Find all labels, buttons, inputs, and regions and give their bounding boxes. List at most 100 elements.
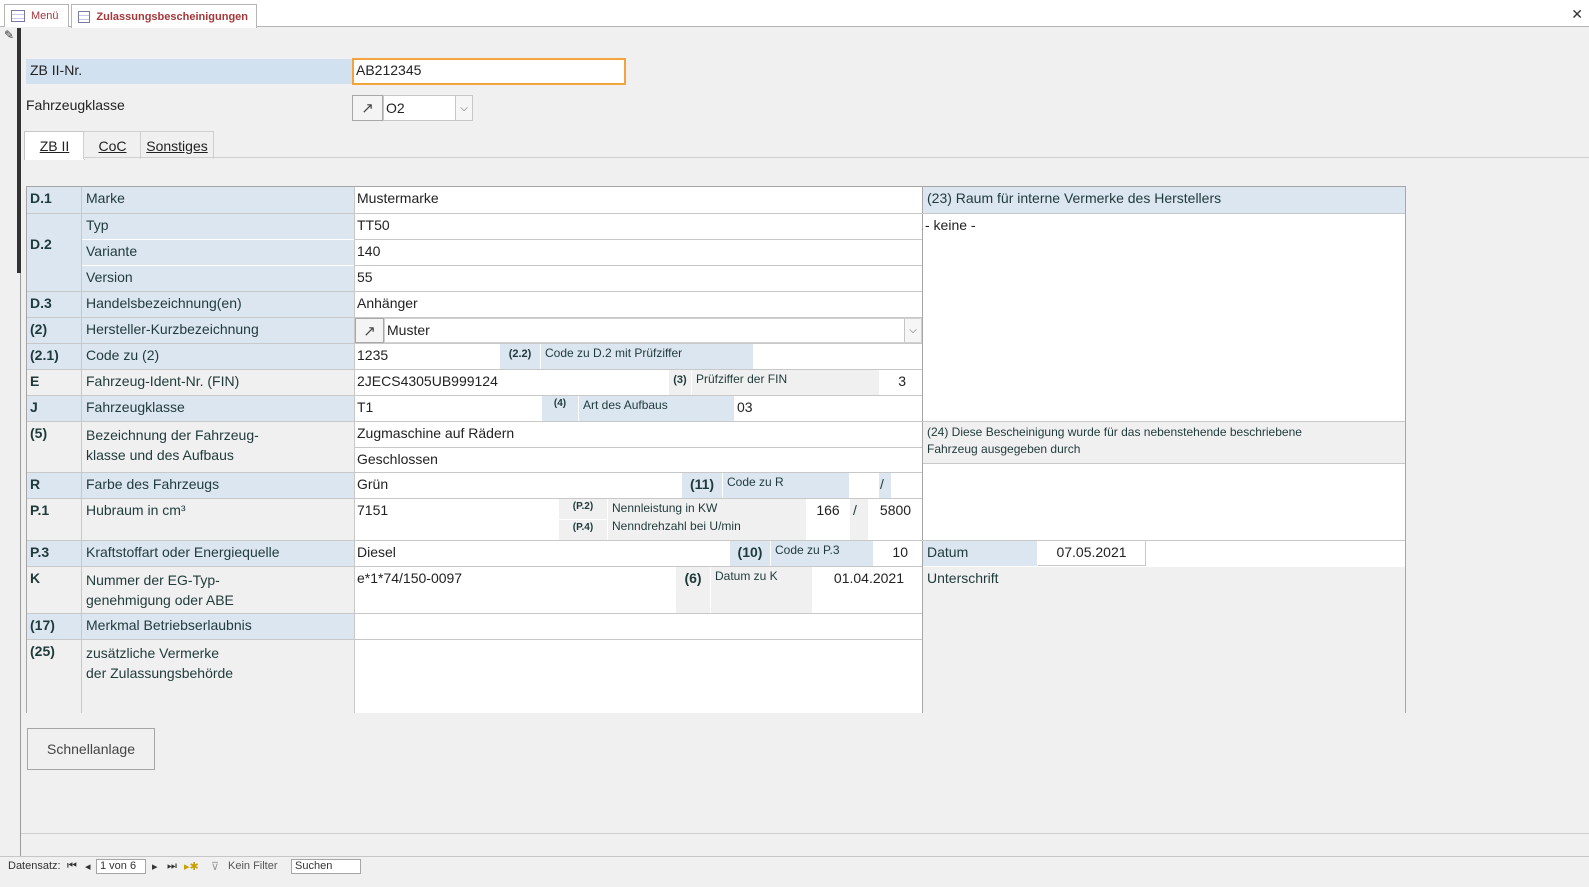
arrow-up-right-icon: ↗: [363, 322, 376, 340]
fahrzeugklasse-select[interactable]: O2 ⌵: [383, 95, 473, 121]
code-2: (2): [27, 318, 81, 343]
open-link-button[interactable]: ↗: [352, 95, 383, 121]
filter-status[interactable]: Kein Filter: [228, 860, 278, 872]
chevron-down-icon[interactable]: ⌵: [455, 96, 472, 120]
code-zu-p3-field[interactable]: 10: [874, 541, 922, 566]
bescheinigung-line2: Fahrzeug ausgegeben durch: [927, 442, 1081, 456]
tab-zulassungsbescheinigungen-label: Zulassungsbescheinigungen: [96, 10, 248, 23]
bezeichnung-aufbau-field[interactable]: Geschlossen: [355, 448, 922, 472]
slash-separator: /: [879, 473, 891, 498]
version-field[interactable]: 55: [355, 266, 922, 291]
next-record-icon[interactable]: ▸: [152, 860, 158, 873]
variante-field[interactable]: 140: [355, 240, 922, 265]
art-des-aufbaus-field[interactable]: 03: [735, 396, 922, 421]
code-d3: D.3: [27, 292, 81, 317]
record-selector-bar: [17, 28, 21, 273]
grid-line: [27, 472, 922, 473]
record-label: Datensatz:: [8, 860, 61, 872]
tab-zulassungsbescheinigungen[interactable]: Zulassungsbescheinigungen: [71, 4, 257, 28]
handelsbezeichnung-label: Handelsbezeichnung(en): [82, 292, 354, 317]
j-fahrzeugklasse-label: Fahrzeugklasse: [82, 396, 354, 421]
grid-line: [354, 239, 922, 240]
typ-field[interactable]: TT50: [355, 214, 922, 239]
nennleistung-field[interactable]: 166: [807, 499, 849, 540]
kraftstoffart-field[interactable]: Diesel: [355, 541, 729, 566]
unterschrift-label: Unterschrift: [923, 567, 1405, 713]
pruefziffer-field[interactable]: 3: [880, 370, 922, 395]
hersteller-select[interactable]: Muster ⌵: [384, 318, 922, 343]
grid-line: [27, 613, 922, 614]
hubraum-field[interactable]: 7151: [355, 499, 558, 540]
tab-divider: [83, 157, 1589, 158]
code-10: (10): [730, 541, 770, 566]
marke-field[interactable]: Mustermarke: [355, 187, 922, 213]
kraftstoffart-label: Kraftstoffart oder Energiequelle: [82, 541, 354, 566]
code-d1: D.1: [27, 187, 81, 213]
code-e: E: [27, 370, 81, 395]
merkmal-field[interactable]: [355, 614, 922, 639]
code-6: (6): [676, 567, 710, 613]
grid-line: [27, 540, 1405, 541]
bescheinigung-label: (24) Diese Bescheinigung wurde für das n…: [923, 422, 1405, 463]
code-j: J: [27, 396, 81, 421]
tab-sonstiges[interactable]: Sonstiges: [140, 131, 214, 159]
record-position-input[interactable]: 1 von 6: [96, 859, 146, 874]
handelsbezeichnung-field[interactable]: Anhänger: [355, 292, 922, 317]
datum-field[interactable]: 07.05.2021: [1038, 541, 1146, 566]
fin-label: Fahrzeug-Ident-Nr. (FIN): [82, 370, 354, 395]
code-zu-r-field-1[interactable]: [850, 473, 878, 498]
hersteller-link-button[interactable]: ↗: [355, 318, 384, 343]
fin-field[interactable]: 2JECS4305UB999124: [355, 370, 668, 395]
nennleistung-label: Nennleistung in KW: [608, 499, 806, 519]
schnellanlage-button[interactable]: Schnellanlage: [27, 728, 155, 770]
j-fahrzeugklasse-field[interactable]: T1: [355, 396, 541, 421]
datum-zu-k-label: Datum zu K: [711, 567, 812, 613]
code-3: (3): [669, 370, 691, 395]
bezeichnung-label-line1: Bezeichnung der Fahrzeug-: [86, 427, 259, 443]
eg-typ-label-line1: Nummer der EG-Typ-: [86, 572, 220, 588]
code-zu-r-field-2[interactable]: [892, 473, 922, 498]
first-record-icon[interactable]: ⏮: [67, 860, 77, 873]
tab-menu[interactable]: Menü: [4, 4, 69, 27]
marke-label: Marke: [82, 187, 354, 213]
chevron-down-icon[interactable]: ⌵: [904, 319, 921, 342]
code-p1: P.1: [27, 499, 81, 540]
code-k: K: [27, 567, 81, 613]
new-record-icon[interactable]: ▸✱: [184, 860, 199, 873]
ausgegeben-durch-field[interactable]: [923, 464, 1405, 540]
code-r: R: [27, 473, 81, 498]
eg-typ-field[interactable]: e*1*74/150-0097: [355, 567, 675, 613]
grid-line: [354, 265, 922, 266]
variante-label: Variante: [82, 240, 354, 265]
close-icon[interactable]: ✕: [1571, 6, 1583, 23]
code-p3: P.3: [27, 541, 81, 566]
zb2-nr-input[interactable]: AB212345: [352, 58, 626, 85]
code-zu-d2-field[interactable]: [754, 344, 922, 369]
grid-line: [27, 317, 922, 318]
tab-coc[interactable]: CoC: [83, 131, 142, 159]
code-p4: (P.4): [559, 520, 607, 540]
previous-record-icon[interactable]: ◂: [85, 860, 91, 873]
grid-line: [27, 369, 922, 370]
grid-line: [923, 463, 1405, 464]
typ-label: Typ: [82, 214, 354, 239]
code-5: (5): [27, 422, 81, 472]
bezeichnung-fahrzeugklasse-field[interactable]: Zugmaschine auf Rädern: [355, 422, 922, 447]
grid-line: [27, 639, 922, 640]
hubraum-label: Hubraum in cm³: [82, 499, 354, 540]
zusaetzliche-vermerke-field[interactable]: [355, 640, 922, 713]
code-5-text: (5): [30, 425, 48, 441]
code-zu-2-field[interactable]: 1235: [355, 344, 499, 369]
grid-line: [27, 213, 1405, 214]
datum-zu-k-field[interactable]: 01.04.2021: [813, 567, 922, 613]
code-25: (25): [27, 640, 81, 713]
filter-icon[interactable]: ⊽: [211, 860, 219, 873]
nenndrehzahl-field[interactable]: 5800: [869, 499, 922, 540]
tab-zb2[interactable]: ZB II: [24, 131, 85, 160]
bezeichnung-label: Bezeichnung der Fahrzeug- klasse und des…: [82, 422, 354, 472]
vermerke-hersteller-label: (23) Raum für interne Vermerke des Herst…: [923, 187, 1405, 213]
search-input[interactable]: Suchen: [291, 859, 361, 874]
farbe-field[interactable]: Grün: [355, 473, 681, 498]
last-record-icon[interactable]: ⏭: [167, 860, 177, 873]
vermerke-hersteller-field[interactable]: - keine -: [923, 214, 1405, 422]
